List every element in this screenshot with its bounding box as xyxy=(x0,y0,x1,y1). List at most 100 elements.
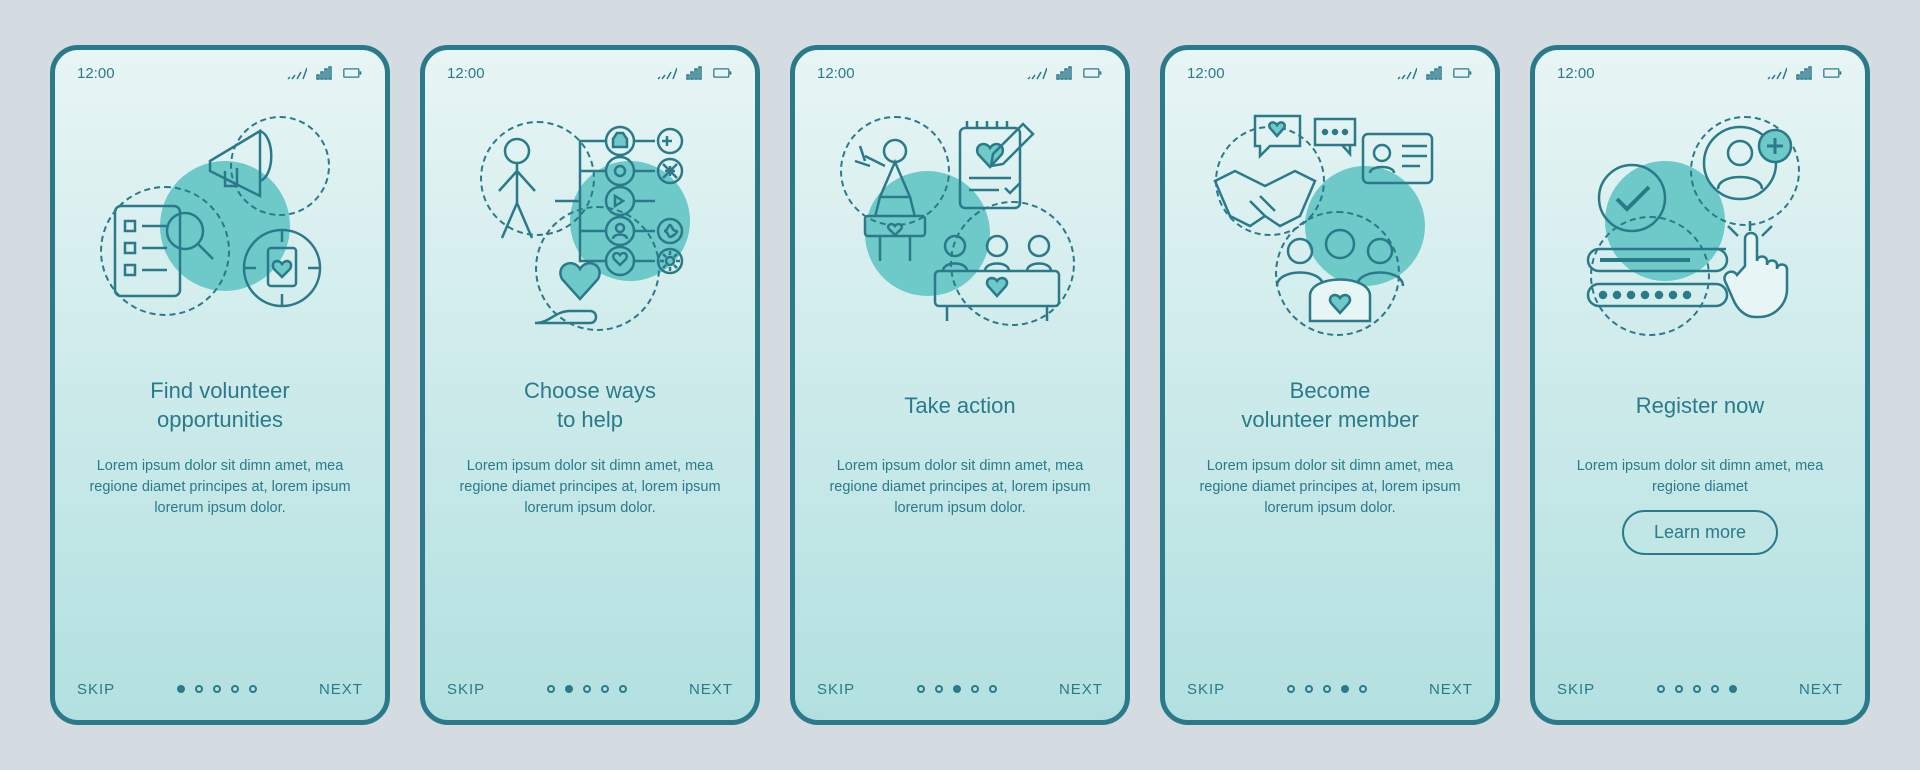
signal-icon xyxy=(1027,66,1047,80)
page-indicator xyxy=(917,685,997,693)
status-time: 12:00 xyxy=(77,65,115,82)
signal-icon xyxy=(657,66,677,80)
dot-4[interactable] xyxy=(231,685,239,693)
illustration xyxy=(817,86,1103,366)
illustration xyxy=(447,86,733,366)
onboarding-screen-1: 12:00 Find volunteer opportunities Lorem xyxy=(50,45,390,725)
skip-button[interactable]: SKIP xyxy=(1557,681,1595,698)
dot-5[interactable] xyxy=(989,685,997,693)
signal-icon xyxy=(287,66,307,80)
next-button[interactable]: NEXT xyxy=(1059,681,1103,698)
dot-2[interactable] xyxy=(565,685,573,693)
status-time: 12:00 xyxy=(817,65,855,82)
skip-button[interactable]: SKIP xyxy=(1187,681,1225,698)
megaphone-icon xyxy=(195,116,295,206)
dot-4[interactable] xyxy=(1341,685,1349,693)
dot-2[interactable] xyxy=(1675,685,1683,693)
login-fields-icon xyxy=(1585,246,1730,311)
dot-1[interactable] xyxy=(1657,685,1665,693)
dot-1[interactable] xyxy=(1287,685,1295,693)
skip-button[interactable]: SKIP xyxy=(447,681,485,698)
dot-2[interactable] xyxy=(935,685,943,693)
add-user-icon xyxy=(1700,121,1795,216)
network-icon xyxy=(685,66,705,80)
status-icons xyxy=(657,66,733,80)
dot-3[interactable] xyxy=(1693,685,1701,693)
screen-body: Lorem ipsum dolor sit dimn amet, mea reg… xyxy=(817,456,1103,676)
learn-more-button[interactable]: Learn more xyxy=(1622,510,1778,555)
screen-body: Lorem ipsum dolor sit dimn amet, mea reg… xyxy=(1557,456,1843,676)
dot-4[interactable] xyxy=(1711,685,1719,693)
screen-title: Become volunteer member xyxy=(1187,376,1473,436)
dot-3[interactable] xyxy=(213,685,221,693)
status-bar: 12:00 xyxy=(817,60,1103,86)
skip-button[interactable]: SKIP xyxy=(77,681,115,698)
page-indicator xyxy=(547,685,627,693)
status-bar: 12:00 xyxy=(447,60,733,86)
dot-5[interactable] xyxy=(249,685,257,693)
signal-icon xyxy=(1397,66,1417,80)
dot-1[interactable] xyxy=(917,685,925,693)
battery-icon xyxy=(1823,66,1843,80)
notepad-heart-icon xyxy=(955,116,1035,216)
hand-heart-icon xyxy=(525,261,635,331)
status-time: 12:00 xyxy=(1557,65,1595,82)
nav-bar: SKIP NEXT xyxy=(1187,676,1473,702)
next-button[interactable]: NEXT xyxy=(1799,681,1843,698)
options-tree-icon xyxy=(550,121,700,281)
next-button[interactable]: NEXT xyxy=(319,681,363,698)
next-button[interactable]: NEXT xyxy=(1429,681,1473,698)
chat-dots-icon xyxy=(1310,114,1360,159)
onboarding-screen-4: 12:00 Become volunteer member Lo xyxy=(1160,45,1500,725)
screen-body: Lorem ipsum dolor sit dimn amet, mea reg… xyxy=(77,456,363,676)
dot-1[interactable] xyxy=(177,685,185,693)
person-icon xyxy=(490,136,545,246)
status-time: 12:00 xyxy=(1187,65,1225,82)
status-icons xyxy=(1027,66,1103,80)
id-card-icon xyxy=(1360,131,1435,186)
dot-2[interactable] xyxy=(195,685,203,693)
crowd-banner-icon xyxy=(925,231,1070,326)
page-indicator xyxy=(1287,685,1367,693)
dot-3[interactable] xyxy=(583,685,591,693)
status-icons xyxy=(287,66,363,80)
dot-5[interactable] xyxy=(619,685,627,693)
status-time: 12:00 xyxy=(447,65,485,82)
screen-body: Lorem ipsum dolor sit dimn amet, mea reg… xyxy=(447,456,733,676)
chat-heart-icon xyxy=(1250,111,1305,161)
skip-button[interactable]: SKIP xyxy=(817,681,855,698)
magnifier-icon xyxy=(160,206,220,266)
check-circle-icon xyxy=(1595,161,1670,236)
status-bar: 12:00 xyxy=(77,60,363,86)
status-icons xyxy=(1397,66,1473,80)
dot-5[interactable] xyxy=(1729,685,1737,693)
nav-bar: SKIP NEXT xyxy=(817,676,1103,702)
signal-icon xyxy=(1767,66,1787,80)
dot-4[interactable] xyxy=(971,685,979,693)
network-icon xyxy=(1425,66,1445,80)
dot-3[interactable] xyxy=(1323,685,1331,693)
nav-bar: SKIP NEXT xyxy=(447,676,733,702)
click-hand-icon xyxy=(1710,221,1805,321)
status-icons xyxy=(1767,66,1843,80)
dot-2[interactable] xyxy=(1305,685,1313,693)
network-icon xyxy=(315,66,335,80)
screen-body: Lorem ipsum dolor sit dimn amet, mea reg… xyxy=(1187,456,1473,676)
screen-title: Choose ways to help xyxy=(447,376,733,436)
illustration xyxy=(1187,86,1473,366)
onboarding-screen-2: 12:00 Choose ways to help Lorem ipsum do… xyxy=(420,45,760,725)
dot-1[interactable] xyxy=(547,685,555,693)
dot-3[interactable] xyxy=(953,685,961,693)
onboarding-screen-5: 12:00 Register now Lorem ipsum do xyxy=(1530,45,1870,725)
next-button[interactable]: NEXT xyxy=(689,681,733,698)
dot-5[interactable] xyxy=(1359,685,1367,693)
nav-bar: SKIP NEXT xyxy=(1557,676,1843,702)
status-bar: 12:00 xyxy=(1187,60,1473,86)
screen-title: Take action xyxy=(817,376,1103,436)
battery-icon xyxy=(1453,66,1473,80)
illustration xyxy=(77,86,363,366)
network-icon xyxy=(1055,66,1075,80)
battery-icon xyxy=(1083,66,1103,80)
screen-title: Find volunteer opportunities xyxy=(77,376,363,436)
dot-4[interactable] xyxy=(601,685,609,693)
